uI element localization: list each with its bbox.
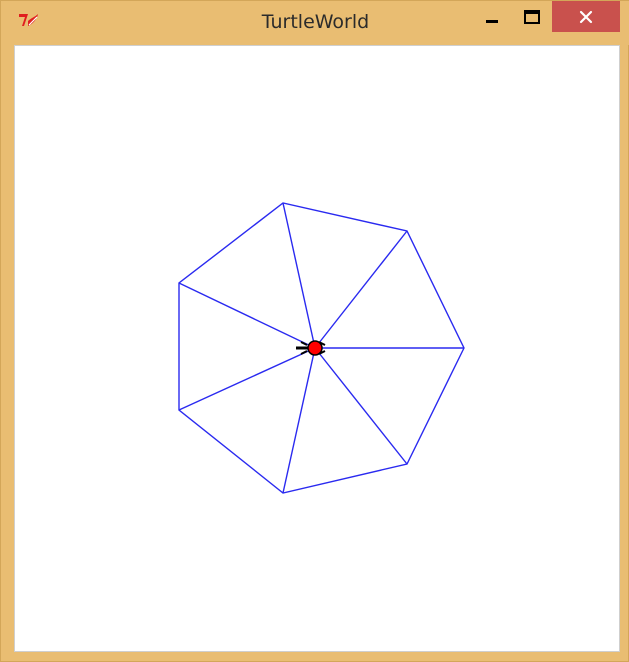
spoke-line [314,230,408,349]
spoke-line [282,202,316,349]
close-icon [579,10,593,23]
tk-feather-icon [19,14,38,26]
turtle-canvas[interactable] [14,45,620,652]
spoke-line [178,347,316,411]
turtleworld-window: TurtleWorld [0,0,629,662]
title-bar[interactable]: TurtleWorld [1,1,629,45]
close-button[interactable] [552,1,620,32]
minimize-button[interactable] [475,1,509,32]
maximize-icon [524,9,540,24]
turtle-drawing [178,202,465,494]
maximize-button[interactable] [515,1,549,32]
turtle-body [307,340,323,356]
turtle-sprite[interactable] [296,340,326,356]
minimize-icon [486,19,498,23]
spoke-line [178,282,316,349]
spoke-line [314,347,408,465]
spoke-line [282,347,316,494]
